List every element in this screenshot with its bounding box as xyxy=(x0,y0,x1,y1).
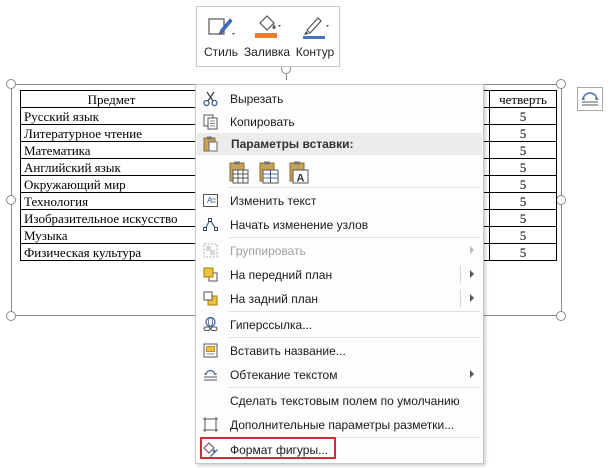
hyperlink-icon xyxy=(203,316,218,332)
menu-item-hyperlink[interactable]: Гиперссылка... xyxy=(197,313,482,336)
submenu-arrow-icon xyxy=(470,246,474,254)
subject-cell: Изобразительное искусство xyxy=(20,209,203,227)
paste-keep-text-only[interactable]: A xyxy=(287,161,309,185)
menu-item-edit-points[interactable]: Начать изменение узлов xyxy=(197,213,482,236)
submenu-arrow-icon xyxy=(470,370,474,378)
grade-cell: 5 xyxy=(489,192,557,210)
context-menu: Вырезать Копировать Параметры вставки: A… xyxy=(195,84,484,464)
submenu-divider xyxy=(460,266,461,283)
menu-item-label: Начать изменение узлов xyxy=(230,218,369,232)
insert-caption-icon xyxy=(203,343,218,358)
menu-item-group[interactable]: Группировать xyxy=(197,239,482,262)
wrap-text-icon xyxy=(204,369,217,381)
svg-text:A: A xyxy=(207,196,213,205)
fill-button[interactable]: Заливка xyxy=(243,11,291,65)
scissors-icon xyxy=(203,91,218,107)
resize-handle-bottom-left[interactable] xyxy=(6,311,16,321)
paste-options-label: Параметры вставки: xyxy=(231,137,354,151)
menu-item-edit-text[interactable]: A Изменить текст xyxy=(197,189,482,212)
paste-merge-icon xyxy=(259,161,279,184)
subject-cell: Технология xyxy=(20,192,203,210)
svg-text:A: A xyxy=(297,173,305,185)
style-label: Стиль xyxy=(203,45,239,59)
edit-points-icon xyxy=(203,218,218,231)
grade-cell: 5 xyxy=(489,226,557,244)
menu-item-label: На передний план xyxy=(230,268,333,282)
grade-cell: 5 xyxy=(489,175,557,193)
menu-item-cut[interactable]: Вырезать xyxy=(197,87,482,110)
resize-handle-bottom-right[interactable] xyxy=(556,311,566,321)
subject-cell: Музыка xyxy=(20,226,203,244)
grade-cell: 5 xyxy=(489,158,557,176)
style-button[interactable]: Стиль xyxy=(201,11,241,65)
menu-separator xyxy=(228,337,481,338)
menu-separator xyxy=(228,387,481,388)
menu-item-label: Гиперссылка... xyxy=(230,318,313,332)
layout-options-icon xyxy=(203,417,218,432)
menu-separator xyxy=(228,311,481,312)
menu-item-bring-forward[interactable]: На передний план xyxy=(197,263,482,286)
menu-item-copy[interactable]: Копировать xyxy=(197,110,482,133)
menu-item-label: Вырезать xyxy=(230,92,284,106)
subject-cell: Английский язык xyxy=(20,158,203,176)
menu-item-label: Вставить название... xyxy=(230,344,346,358)
grade-cell: 5 xyxy=(489,209,557,227)
grade-cell: 5 xyxy=(489,243,557,261)
menu-item-label: Копировать xyxy=(230,115,295,129)
subject-cell: Русский язык xyxy=(20,107,203,125)
format-shape-highlight xyxy=(200,437,336,459)
submenu-arrow-icon xyxy=(470,294,474,302)
grade-cell: 5 xyxy=(489,107,557,125)
menu-separator xyxy=(228,187,481,188)
menu-item-more-layout-options[interactable]: Дополнительные параметры разметки... xyxy=(197,413,482,436)
shape-style-icon xyxy=(208,18,235,35)
grade-cell: 5 xyxy=(489,124,557,142)
pen-outline-icon xyxy=(303,17,329,39)
menu-item-send-backward[interactable]: На задний план xyxy=(197,287,482,310)
resize-handle-top-right[interactable] xyxy=(556,79,566,89)
menu-item-label: Дополнительные параметры разметки... xyxy=(230,418,455,432)
submenu-arrow-icon xyxy=(470,270,474,278)
subject-cell: Окружающий мир xyxy=(20,175,203,193)
clipboard-icon xyxy=(203,136,218,152)
paste-keep-source-formatting[interactable] xyxy=(227,161,249,185)
menu-item-label: Изменить текст xyxy=(230,194,317,208)
fill-label: Заливка xyxy=(243,45,291,59)
subject-cell: Литературное чтение xyxy=(20,124,203,142)
menu-separator xyxy=(228,237,481,238)
paint-bucket-icon xyxy=(255,15,281,38)
resize-handle-middle-right[interactable] xyxy=(556,195,566,205)
menu-item-label: Сделать текстовым полем по умолчанию xyxy=(230,394,460,408)
paste-options-header: Параметры вставки: xyxy=(197,133,482,155)
subject-cell: Физическая культура xyxy=(20,243,203,261)
menu-item-label: На задний план xyxy=(230,292,319,306)
resize-handle-middle-left[interactable] xyxy=(6,195,16,205)
header-subject: Предмет xyxy=(20,90,203,108)
layout-options-icon[interactable] xyxy=(577,87,603,111)
menu-item-label: Группировать xyxy=(230,244,306,258)
menu-item-set-default-textbox[interactable]: Сделать текстовым полем по умолчанию xyxy=(197,389,482,412)
submenu-divider xyxy=(460,290,461,307)
menu-item-wrap-text[interactable]: Обтекание текстом xyxy=(197,363,482,386)
group-icon xyxy=(203,243,218,258)
menu-item-label: Обтекание текстом xyxy=(230,368,338,382)
bring-forward-icon xyxy=(203,267,218,282)
outline-button[interactable]: Контур xyxy=(293,11,337,65)
send-backward-icon xyxy=(203,291,218,306)
header-quarter: четверть xyxy=(489,90,557,108)
mini-toolbar: Стиль Заливка Контур xyxy=(196,6,340,67)
copy-icon xyxy=(203,114,218,130)
text-box-icon: A xyxy=(203,194,218,207)
paste-text-icon: A xyxy=(289,161,309,185)
outline-label: Контур xyxy=(295,45,335,59)
menu-item-insert-caption[interactable]: Вставить название... xyxy=(197,339,482,362)
resize-handle-top-left[interactable] xyxy=(6,79,16,89)
subject-cell: Математика xyxy=(20,141,203,159)
paste-table-icon xyxy=(229,161,249,184)
paste-merge-formatting[interactable] xyxy=(257,161,279,185)
grade-cell: 5 xyxy=(489,141,557,159)
